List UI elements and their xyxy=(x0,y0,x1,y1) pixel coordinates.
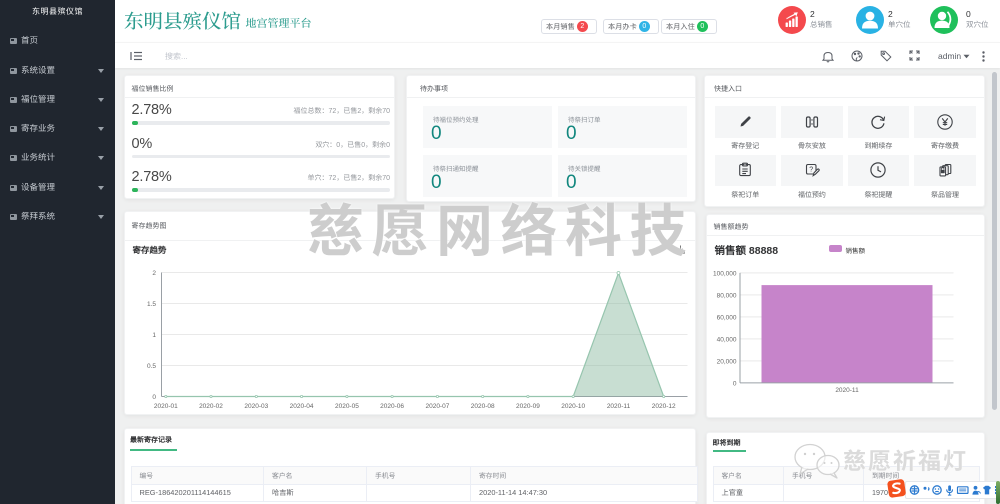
svg-text:80,000: 80,000 xyxy=(716,292,736,299)
svg-text:20,000: 20,000 xyxy=(716,358,736,365)
svg-text:2020-07: 2020-07 xyxy=(425,403,449,410)
svg-text:1.5: 1.5 xyxy=(146,301,155,308)
svg-text:2020-09: 2020-09 xyxy=(515,403,539,410)
svg-text:100,000: 100,000 xyxy=(713,270,737,277)
svg-text:2020-04: 2020-04 xyxy=(289,403,313,410)
svg-text:0.5: 0.5 xyxy=(146,363,155,370)
svg-text:2020-10: 2020-10 xyxy=(561,403,585,410)
svg-text:2020-03: 2020-03 xyxy=(244,403,268,410)
svg-text:1: 1 xyxy=(152,332,156,339)
svg-text:2020-02: 2020-02 xyxy=(199,403,223,410)
svg-text:?: ? xyxy=(809,167,813,174)
svg-text:2020-11: 2020-11 xyxy=(606,403,630,410)
svg-text:2020-08: 2020-08 xyxy=(470,403,494,410)
svg-text:60,000: 60,000 xyxy=(716,314,736,321)
svg-text:2020-06: 2020-06 xyxy=(380,403,404,410)
svg-text:0: 0 xyxy=(152,394,156,401)
svg-text:2020-01: 2020-01 xyxy=(153,403,177,410)
svg-text:2020-11: 2020-11 xyxy=(835,387,859,394)
svg-text:40,000: 40,000 xyxy=(716,336,736,343)
svg-text:2020-12: 2020-12 xyxy=(651,403,675,410)
svg-text:2020-05: 2020-05 xyxy=(334,403,358,410)
svg-text:0: 0 xyxy=(732,380,736,387)
svg-text:2: 2 xyxy=(152,270,156,277)
